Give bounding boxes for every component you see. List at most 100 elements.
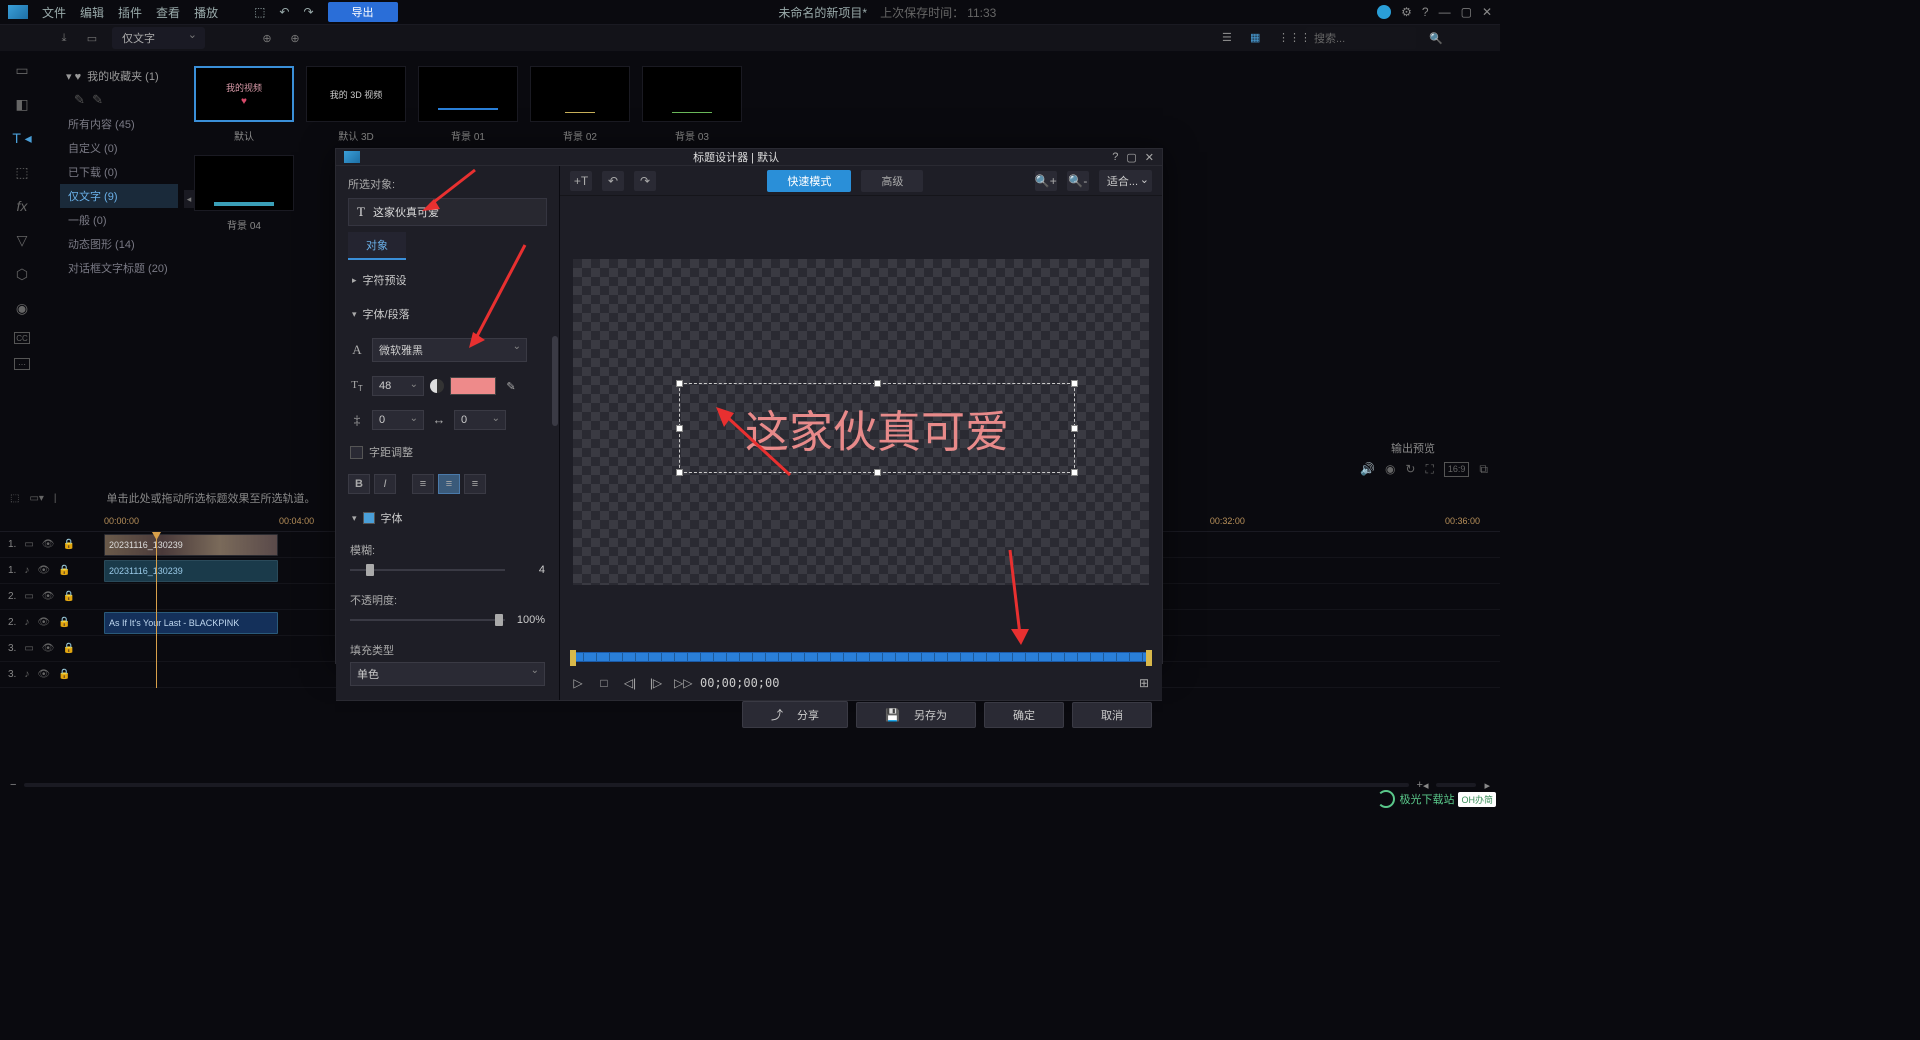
- filter-dropdown[interactable]: 仅文字: [112, 27, 205, 49]
- properties-scrollbar[interactable]: [552, 336, 558, 426]
- resize-handle[interactable]: [1071, 380, 1078, 387]
- tree-downloaded[interactable]: 已下载 (0): [60, 160, 178, 184]
- align-right-button[interactable]: ≡: [464, 474, 486, 494]
- resize-handle[interactable]: [676, 380, 683, 387]
- maximize-icon[interactable]: ▢: [1461, 5, 1472, 19]
- collapse-tree-icon[interactable]: ◂: [184, 190, 194, 208]
- preview-canvas[interactable]: 这家伙真可爱: [560, 196, 1162, 648]
- fill-type-select[interactable]: 单色: [350, 662, 545, 686]
- thumb-default[interactable]: 我的视频 ♥ 默认: [194, 66, 294, 143]
- dialog-close-icon[interactable]: ✕: [1145, 151, 1154, 164]
- tree-general[interactable]: 一般 (0): [60, 208, 178, 232]
- lock-icon[interactable]: 🔒: [63, 591, 75, 602]
- tree-textonly[interactable]: 仅文字 (9): [60, 184, 178, 208]
- resize-handle[interactable]: [874, 380, 881, 387]
- menu-play[interactable]: 播放: [194, 4, 218, 21]
- view-grid-icon[interactable]: ▦: [1250, 31, 1266, 45]
- font-size-select[interactable]: 48: [372, 376, 424, 396]
- color-room-icon[interactable]: ◧: [12, 94, 32, 114]
- fast-mode-tab[interactable]: 快速模式: [767, 170, 851, 192]
- zoom-in-icon[interactable]: 🔍+: [1035, 171, 1057, 191]
- fast-fwd-icon[interactable]: ▷▷: [674, 676, 690, 690]
- resize-handle[interactable]: [676, 469, 683, 476]
- ok-button[interactable]: 确定: [984, 702, 1064, 728]
- redo-icon[interactable]: ↷: [303, 5, 313, 19]
- redo-icon[interactable]: ↷: [634, 171, 656, 191]
- undo-icon[interactable]: ↶: [602, 171, 624, 191]
- new2-icon[interactable]: ⊕: [287, 30, 303, 46]
- lock-icon[interactable]: 🔒: [63, 539, 75, 550]
- share-button[interactable]: ⤴分享: [742, 701, 848, 728]
- play-icon[interactable]: ▷: [570, 676, 586, 690]
- color-mode-icon[interactable]: [430, 379, 444, 393]
- stop-icon[interactable]: □: [596, 676, 612, 690]
- lock-icon[interactable]: 🔒: [58, 565, 70, 576]
- save-as-button[interactable]: 💾另存为: [856, 702, 976, 728]
- tl-tool3-icon[interactable]: |: [54, 493, 57, 504]
- eye-icon[interactable]: 👁: [37, 617, 50, 628]
- char-spacing-select[interactable]: 0: [454, 410, 506, 430]
- close-icon[interactable]: ✕: [1482, 5, 1492, 19]
- eyedropper-icon[interactable]: ✎: [502, 377, 520, 395]
- tl-tool1-icon[interactable]: ⬚: [10, 493, 19, 504]
- playhead[interactable]: [156, 532, 157, 688]
- timeline-hscroll[interactable]: − + ◂ ▸: [10, 780, 1490, 790]
- resize-handle[interactable]: [676, 425, 683, 432]
- import-icon[interactable]: ⤓: [56, 30, 72, 46]
- eye-icon[interactable]: 👁: [37, 565, 50, 576]
- search-input[interactable]: 搜索...: [1306, 27, 1416, 49]
- eye-icon[interactable]: 👁: [42, 539, 55, 550]
- add-text-icon[interactable]: +T: [570, 171, 592, 191]
- export-button[interactable]: 导出: [328, 2, 398, 22]
- folder-icon[interactable]: ▭: [84, 30, 100, 46]
- tree-custom[interactable]: 自定义 (0): [60, 136, 178, 160]
- audio-clip[interactable]: 20231116_130239: [104, 560, 278, 582]
- chapter-room-icon[interactable]: ⋯: [14, 358, 30, 370]
- advanced-mode-tab[interactable]: 高级: [861, 170, 923, 192]
- eye-icon[interactable]: 👁: [37, 669, 50, 680]
- safe-zone-icon[interactable]: ⊞: [1136, 676, 1152, 690]
- thumb-bg03[interactable]: 背景 03: [642, 66, 742, 143]
- eye-icon[interactable]: 👁: [42, 643, 55, 654]
- view-list-icon[interactable]: ☰: [1222, 31, 1238, 45]
- aspect-badge[interactable]: 16:9: [1444, 462, 1470, 477]
- font-family-select[interactable]: 微软雅黑: [372, 338, 527, 362]
- preset-accordion[interactable]: ▸字符预设: [348, 266, 547, 294]
- tree-all[interactable]: 所有内容 (45): [60, 112, 178, 136]
- media-room-icon[interactable]: ▭: [12, 60, 32, 80]
- menu-file[interactable]: 文件: [42, 4, 66, 21]
- view-small-icon[interactable]: ⋮⋮⋮: [1278, 31, 1294, 45]
- dialog-help-icon[interactable]: ?: [1112, 151, 1118, 164]
- loop-icon[interactable]: ↻: [1405, 462, 1415, 477]
- resize-handle[interactable]: [1071, 469, 1078, 476]
- opacity-slider[interactable]: 100%: [350, 612, 545, 628]
- resize-handle[interactable]: [1071, 425, 1078, 432]
- transition-room-icon[interactable]: ⬚: [12, 162, 32, 182]
- menu-view[interactable]: 查看: [156, 4, 180, 21]
- save-icon[interactable]: ⬚: [254, 5, 265, 19]
- favorites-header[interactable]: ▾ ♥ 我的收藏夹 (1): [60, 64, 178, 88]
- font-color-swatch[interactable]: [450, 377, 496, 395]
- lock-icon[interactable]: 🔒: [58, 617, 70, 628]
- overlay-room-icon[interactable]: ▽: [12, 230, 32, 250]
- bold-button[interactable]: B: [348, 474, 370, 494]
- audio-room-icon[interactable]: ◉: [12, 298, 32, 318]
- title-text-box[interactable]: 这家伙真可爱: [679, 383, 1075, 473]
- tree-dialog[interactable]: 对话框文字标题 (20): [60, 256, 178, 280]
- settings-icon[interactable]: ⚙: [1401, 5, 1412, 19]
- tl-tool2-icon[interactable]: ▭▾: [29, 493, 43, 504]
- kerning-checkbox[interactable]: 字距调整: [348, 440, 547, 464]
- fx-room-icon[interactable]: fx: [12, 196, 32, 216]
- zoom-out-icon[interactable]: 🔍-: [1067, 171, 1089, 191]
- resize-handle[interactable]: [874, 469, 881, 476]
- thumb-bg01[interactable]: 背景 01: [418, 66, 518, 143]
- undo-icon[interactable]: ↶: [279, 5, 289, 19]
- title-timeline[interactable]: [560, 648, 1162, 666]
- lock-icon[interactable]: 🔒: [58, 669, 70, 680]
- lock-icon[interactable]: 🔒: [63, 643, 75, 654]
- help-icon[interactable]: ?: [1422, 5, 1429, 19]
- dialog-max-icon[interactable]: ▢: [1126, 151, 1136, 164]
- paragraph-accordion[interactable]: ▾字体/段落: [348, 300, 547, 328]
- font-accordion[interactable]: ▾字体: [348, 504, 547, 532]
- cc-room-icon[interactable]: CC: [14, 332, 30, 344]
